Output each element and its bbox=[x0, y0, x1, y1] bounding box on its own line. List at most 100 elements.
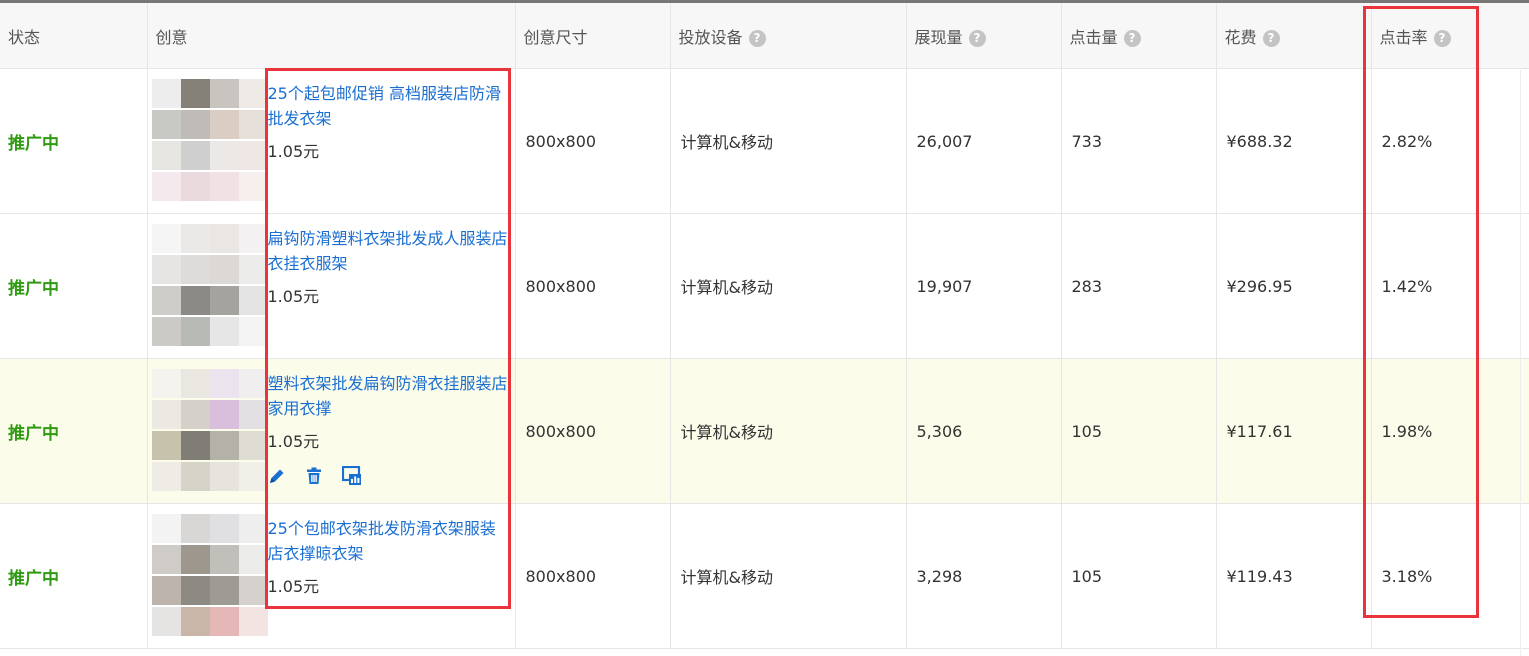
col-device[interactable]: 投放设备? bbox=[670, 3, 907, 69]
cost-cell: ¥296.95 bbox=[1216, 213, 1372, 359]
device-cell: 计算机&移动 bbox=[670, 68, 907, 214]
help-icon[interactable]: ? bbox=[1262, 29, 1280, 47]
status-cell: 推广中 bbox=[0, 213, 148, 359]
creative-table: 状态 创意 创意尺寸 投放设备? 展现量? 点击量? 花费? 点击率? 推广中 … bbox=[0, 3, 1529, 649]
product-thumbnail[interactable] bbox=[151, 224, 270, 348]
thumbnail-pixel bbox=[238, 545, 268, 574]
thumbnail-pixel bbox=[238, 514, 268, 543]
status-cell: 推广中 bbox=[0, 358, 148, 504]
thumbnail-pixel bbox=[238, 141, 268, 170]
thumbnail-pixel bbox=[238, 110, 268, 139]
help-icon[interactable]: ? bbox=[748, 29, 766, 47]
thumbnail-pixel bbox=[238, 286, 268, 315]
thumbnail-pixel bbox=[180, 255, 210, 284]
thumbnail-pixel bbox=[180, 607, 210, 636]
size-cell: 800x800 bbox=[515, 358, 671, 504]
thumbnail-pixel bbox=[180, 317, 210, 346]
thumbnail-pixel bbox=[209, 172, 239, 201]
thumbnail-pixel bbox=[209, 514, 239, 543]
help-icon[interactable]: ? bbox=[968, 29, 986, 47]
size-cell: 800x800 bbox=[515, 68, 671, 214]
thumbnail-pixel bbox=[238, 317, 268, 346]
thumbnail-pixel bbox=[151, 576, 181, 605]
impressions-cell: 3,298 bbox=[906, 503, 1062, 649]
thumbnail-pixel bbox=[209, 431, 239, 460]
col-creative[interactable]: 创意 bbox=[147, 3, 516, 69]
cost-cell: ¥688.32 bbox=[1216, 68, 1372, 214]
col-status[interactable]: 状态 bbox=[0, 3, 148, 69]
thumbnail-pixel bbox=[238, 79, 268, 108]
table-row: 推广中 扁钩防滑塑料衣架批发成人服装店衣挂衣服架 1.05元 800x800 计… bbox=[0, 213, 1529, 359]
thumbnail-pixel bbox=[209, 224, 239, 253]
size-cell: 800x800 bbox=[515, 503, 671, 649]
thumbnail-pixel bbox=[180, 141, 210, 170]
thumbnail-pixel bbox=[151, 545, 181, 574]
thumbnail-pixel bbox=[151, 110, 181, 139]
thumbnail-pixel bbox=[238, 431, 268, 460]
annotation-box-creative-text bbox=[265, 68, 511, 609]
cost-cell: ¥119.43 bbox=[1216, 503, 1372, 649]
status-cell: 推广中 bbox=[0, 68, 148, 214]
thumbnail-pixel bbox=[180, 400, 210, 429]
thumbnail-pixel bbox=[151, 400, 181, 429]
device-cell: 计算机&移动 bbox=[670, 503, 907, 649]
clicks-cell: 733 bbox=[1061, 68, 1217, 214]
thumbnail-pixel bbox=[238, 607, 268, 636]
thumbnail-pixel bbox=[180, 369, 210, 398]
thumbnail-pixel bbox=[238, 369, 268, 398]
thumbnail-pixel bbox=[209, 286, 239, 315]
thumbnail-pixel bbox=[209, 576, 239, 605]
thumbnail-pixel bbox=[209, 317, 239, 346]
thumbnail-pixel bbox=[151, 607, 181, 636]
device-cell: 计算机&移动 bbox=[670, 358, 907, 504]
thumbnail-pixel bbox=[180, 110, 210, 139]
thumbnail-pixel bbox=[238, 172, 268, 201]
annotation-box-ctr-column bbox=[1363, 6, 1479, 618]
thumbnail-pixel bbox=[209, 545, 239, 574]
size-cell: 800x800 bbox=[515, 213, 671, 359]
impressions-cell: 19,907 bbox=[906, 213, 1062, 359]
thumbnail-pixel bbox=[238, 400, 268, 429]
thumbnail-pixel bbox=[238, 576, 268, 605]
thumbnail-pixel bbox=[180, 462, 210, 491]
thumbnail-pixel bbox=[209, 607, 239, 636]
thumbnail-pixel bbox=[238, 462, 268, 491]
col-creative-size[interactable]: 创意尺寸 bbox=[515, 3, 671, 69]
thumbnail-pixel bbox=[151, 317, 181, 346]
thumbnail-pixel bbox=[151, 224, 181, 253]
thumbnail-pixel bbox=[209, 110, 239, 139]
device-cell: 计算机&移动 bbox=[670, 213, 907, 359]
cost-cell: ¥117.61 bbox=[1216, 358, 1372, 504]
thumbnail-pixel bbox=[151, 369, 181, 398]
thumbnail-pixel bbox=[238, 255, 268, 284]
product-thumbnail[interactable] bbox=[151, 514, 270, 638]
thumbnail-pixel bbox=[151, 431, 181, 460]
impressions-cell: 5,306 bbox=[906, 358, 1062, 504]
col-clicks[interactable]: 点击量? bbox=[1061, 3, 1217, 69]
product-thumbnail[interactable] bbox=[151, 369, 270, 493]
right-divider bbox=[1520, 70, 1521, 656]
product-thumbnail[interactable] bbox=[151, 79, 270, 203]
thumbnail-pixel bbox=[151, 462, 181, 491]
thumbnail-pixel bbox=[180, 545, 210, 574]
thumbnail-pixel bbox=[209, 462, 239, 491]
col-impressions[interactable]: 展现量? bbox=[906, 3, 1062, 69]
thumbnail-pixel bbox=[180, 224, 210, 253]
thumbnail-pixel bbox=[151, 79, 181, 108]
table-row: 推广中 25个包邮衣架批发防滑衣架服装店衣撑晾衣架 1.05元 800x800 … bbox=[0, 503, 1529, 649]
status-cell: 推广中 bbox=[0, 503, 148, 649]
thumbnail-pixel bbox=[209, 255, 239, 284]
thumbnail-pixel bbox=[180, 286, 210, 315]
thumbnail-pixel bbox=[151, 286, 181, 315]
thumbnail-pixel bbox=[209, 79, 239, 108]
clicks-cell: 283 bbox=[1061, 213, 1217, 359]
table-header: 状态 创意 创意尺寸 投放设备? 展现量? 点击量? 花费? 点击率? bbox=[0, 3, 1529, 69]
thumbnail-pixel bbox=[180, 172, 210, 201]
clicks-cell: 105 bbox=[1061, 358, 1217, 504]
thumbnail-pixel bbox=[151, 172, 181, 201]
impressions-cell: 26,007 bbox=[906, 68, 1062, 214]
clicks-cell: 105 bbox=[1061, 503, 1217, 649]
thumbnail-pixel bbox=[238, 224, 268, 253]
col-cost[interactable]: 花费? bbox=[1216, 3, 1372, 69]
help-icon[interactable]: ? bbox=[1123, 29, 1141, 47]
